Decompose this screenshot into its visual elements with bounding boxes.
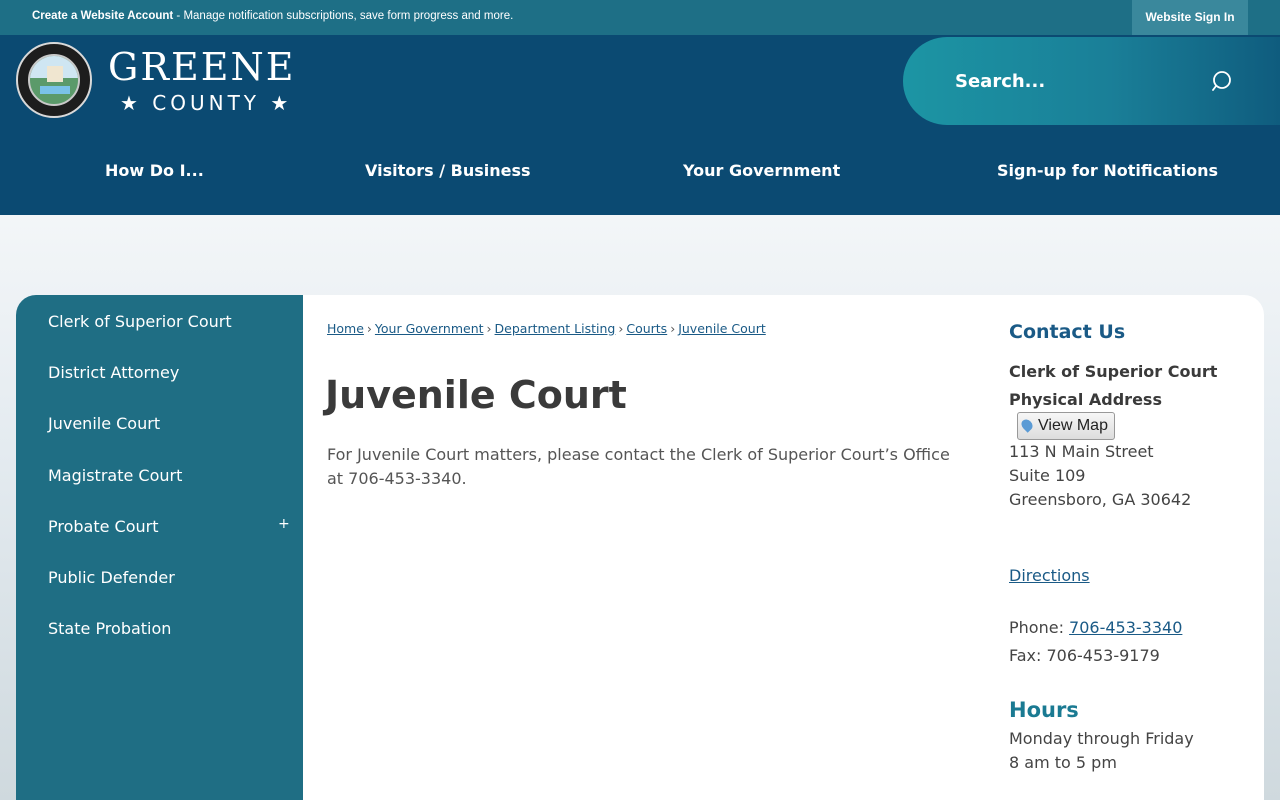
contact-name: Clerk of Superior Court [1009,362,1218,381]
sidebar-nav: Clerk of Superior Court District Attorne… [16,295,303,800]
phone-row: Phone: 706-453-3340 [1009,618,1182,637]
breadcrumb-separator: › [670,321,676,336]
search-icon[interactable] [1212,70,1234,92]
nav-visitors-business[interactable]: Visitors / Business [365,161,531,180]
page-body-text: For Juvenile Court matters, please conta… [327,445,950,488]
directions-row: Directions [1009,566,1090,585]
content-card: Home › Your Government › Department Listing ›… [303,295,1264,800]
sidebar-item-public-defender[interactable]: Public Defender [48,568,175,587]
address-line-3: Greensboro, GA 30642 [1009,490,1192,509]
sidebar-item-district-attorney[interactable]: District Attorney [48,363,179,382]
logo-county-text[interactable]: ★ COUNTY ★ [120,91,292,115]
logo-wordmark[interactable]: GREENE [108,45,295,89]
phone-link[interactable]: 706-453-3340 [1069,618,1182,637]
site-header: GREENE ★ COUNTY ★ How Do I... Visitors /… [0,35,1280,215]
breadcrumb-juvenile-court[interactable]: Juvenile Court [678,321,766,336]
nav-your-government[interactable]: Your Government [683,161,840,180]
address-line-1: 113 N Main Street [1009,442,1154,461]
county-seal-logo[interactable] [16,42,92,118]
physical-address-label: Physical Address [1009,390,1162,409]
sidebar-item-magistrate-court[interactable]: Magistrate Court [48,466,182,485]
seal-center [28,54,80,106]
fax-row: Fax: 706-453-9179 [1009,646,1160,665]
fax-label: Fax: [1009,646,1047,665]
nav-how-do-i[interactable]: How Do I... [105,161,204,180]
top-utility-bar: Create a Website Account - Manage notifi… [0,0,1280,35]
breadcrumb-your-government[interactable]: Your Government [375,321,484,336]
breadcrumb-separator: › [366,321,372,336]
sidebar-item-clerk-of-superior-court[interactable]: Clerk of Superior Court [48,312,232,331]
main-navigation: How Do I... Visitors / Business Your Gov… [0,153,1280,185]
hours-heading: Hours [1009,698,1079,722]
contact-heading: Contact Us [1009,321,1126,343]
breadcrumb-courts[interactable]: Courts [626,321,667,336]
page-title: Juvenile Court [325,373,627,417]
sidebar-item-juvenile-court[interactable]: Juvenile Court [48,414,160,433]
sidebar-item-state-probation[interactable]: State Probation [48,619,171,638]
account-message: Create a Website Account - Manage notifi… [32,10,513,22]
account-message-text: - Manage notification subscriptions, sav… [173,10,514,22]
view-map-label: View Map [1038,417,1108,434]
breadcrumb-home[interactable]: Home [327,321,364,336]
nav-sign-up-notifications[interactable]: Sign-up for Notifications [997,161,1218,180]
breadcrumb-separator: › [486,321,492,336]
map-pin-icon [1019,417,1035,433]
sidebar-item-probate-court[interactable]: Probate Court [48,517,159,536]
hours-line-1: Monday through Friday [1009,729,1194,748]
breadcrumb: Home › Your Government › Department Listing ›… [327,321,766,336]
breadcrumb-department-listing[interactable]: Department Listing [495,321,616,336]
view-map-button[interactable]: View Map [1017,412,1115,440]
expand-plus-icon[interactable]: + [278,516,290,532]
website-sign-in-button[interactable]: Website Sign In [1132,0,1248,35]
search-bar [903,37,1280,125]
breadcrumb-separator: › [618,321,624,336]
search-input[interactable] [955,65,1195,97]
address-line-2: Suite 109 [1009,466,1086,485]
directions-link[interactable]: Directions [1009,566,1090,585]
phone-label: Phone: [1009,618,1070,637]
fax-number: 706-453-9179 [1046,646,1160,665]
create-account-link[interactable]: Create a Website Account [32,10,173,22]
hours-line-2: 8 am to 5 pm [1009,753,1117,772]
